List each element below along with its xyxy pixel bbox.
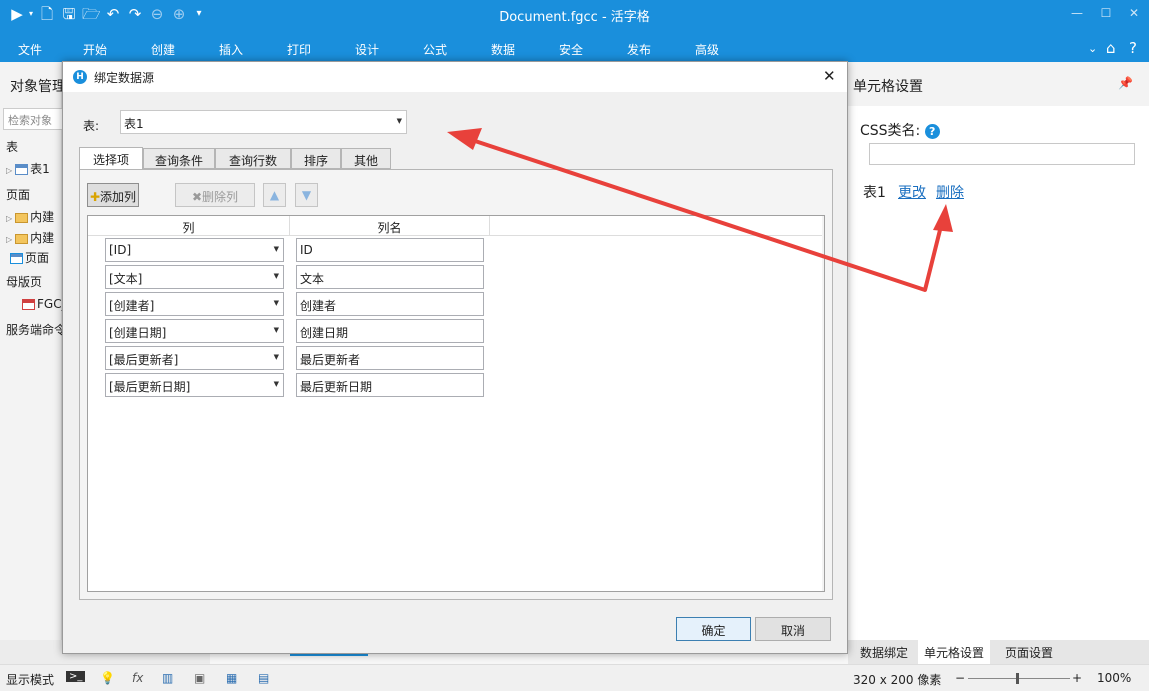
annotation-arrow xyxy=(447,128,953,292)
annotation-arrow-line xyxy=(459,134,946,292)
arrowhead-up xyxy=(933,204,953,232)
arrowhead-left xyxy=(447,128,482,150)
